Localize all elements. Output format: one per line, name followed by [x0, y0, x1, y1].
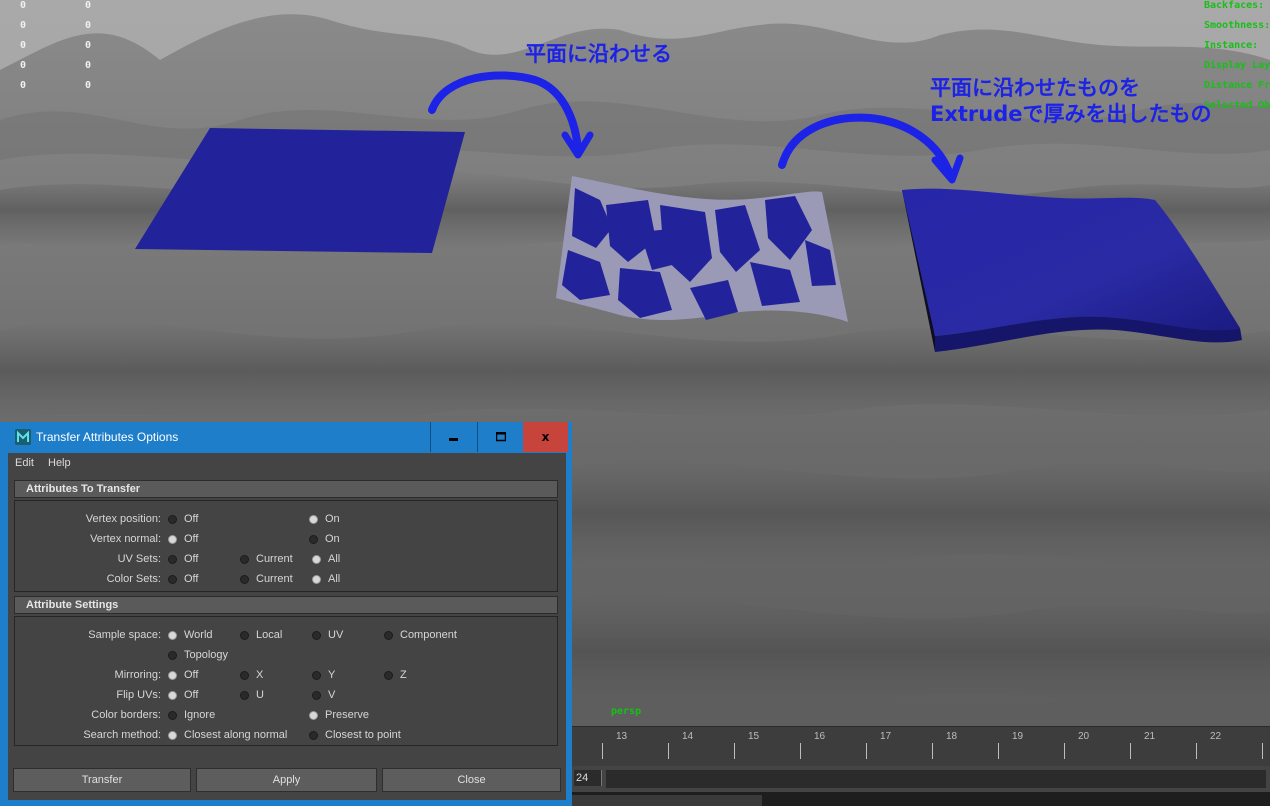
dialog-client-area: Edit Help Attributes To Transfer Vertex …	[8, 453, 566, 800]
color-sets-all-radio[interactable]: All	[312, 573, 340, 585]
annotation-label-extrude-line2: Extrudeで厚みを出したもの	[930, 102, 1212, 126]
hud-label-backfaces: Backfaces:	[1204, 0, 1265, 11]
vertex-normal-label: Vertex normal:	[90, 533, 161, 545]
timeline-tick: 15	[748, 731, 760, 742]
dialog-titlebar[interactable]: Transfer Attributes Options x	[0, 422, 572, 453]
sample-space-component-radio[interactable]: Component	[384, 629, 457, 641]
color-sets-off-radio[interactable]: Off	[168, 573, 198, 585]
maximize-button[interactable]	[477, 422, 524, 452]
hud-label-display-layer: Display Layer	[1204, 60, 1270, 71]
close-icon: x	[541, 430, 550, 444]
flip-uvs-label: Flip UVs:	[116, 689, 161, 701]
close-button[interactable]: Close	[382, 768, 561, 792]
section-title: Attribute Settings	[26, 599, 119, 611]
search-method-label: Search method:	[83, 729, 161, 741]
hud-counter: 0	[85, 0, 92, 11]
vertex-normal-on-radio[interactable]: On	[309, 533, 340, 545]
mirroring-off-radio[interactable]: Off	[168, 669, 198, 681]
camera-label: persp	[611, 706, 642, 717]
menu-help[interactable]: Help	[48, 457, 71, 469]
hud-counter: 0	[20, 20, 27, 31]
hud-counter: 0	[85, 40, 92, 51]
status-bar	[572, 792, 1270, 806]
sample-space-world-radio[interactable]: World	[168, 629, 213, 641]
mirroring-x-radio[interactable]: X	[240, 669, 263, 681]
minimize-button[interactable]	[430, 422, 477, 452]
color-borders-ignore-radio[interactable]: Ignore	[168, 709, 215, 721]
menu-bar: Edit Help	[8, 453, 566, 473]
search-method-closest-along-normal-radio[interactable]: Closest along normal	[168, 729, 287, 741]
uv-sets-label: UV Sets:	[117, 553, 161, 565]
timeline-tick: 17	[880, 731, 892, 742]
maximize-icon	[496, 432, 506, 442]
uv-sets-off-radio[interactable]: Off	[168, 553, 198, 565]
hud-label-distance: Distance Fr	[1204, 80, 1270, 91]
uv-sets-current-radio[interactable]: Current	[240, 553, 293, 565]
transfer-attributes-dialog: Transfer Attributes Options x Edit Help …	[0, 422, 572, 806]
flip-uvs-off-radio[interactable]: Off	[168, 689, 198, 701]
hud-counter: 0	[85, 20, 92, 31]
timeline-tick: 21	[1144, 731, 1156, 742]
color-borders-preserve-radio[interactable]: Preserve	[309, 709, 369, 721]
hud-label-instance: Instance:	[1204, 40, 1259, 51]
color-sets-current-radio[interactable]: Current	[240, 573, 293, 585]
timeline-tick: 19	[1012, 731, 1024, 742]
color-borders-label: Color borders:	[91, 709, 161, 721]
annotation-label-extrude-line1: 平面に沿わせたものを	[930, 76, 1140, 100]
section-title: Attributes To Transfer	[26, 483, 141, 495]
hud-counter: 0	[85, 80, 92, 91]
dialog-title: Transfer Attributes Options	[36, 430, 179, 444]
annotation-label-conform: 平面に沿わせる	[525, 42, 672, 66]
flip-uvs-v-radio[interactable]: V	[312, 689, 335, 701]
vertex-position-on-radio[interactable]: On	[309, 513, 340, 525]
timeline-tick: 13	[616, 731, 628, 742]
timeline-tick: 20	[1078, 731, 1090, 742]
menu-edit[interactable]: Edit	[15, 457, 34, 469]
mirroring-y-radio[interactable]: Y	[312, 669, 335, 681]
end-frame-field[interactable]: 24	[574, 770, 602, 786]
maya-app-icon	[15, 429, 31, 445]
hud-label-selected: Selected Ob	[1204, 100, 1270, 111]
timeline-tick: 22	[1210, 731, 1222, 742]
apply-button[interactable]: Apply	[196, 768, 377, 792]
sample-space-label: Sample space:	[88, 629, 161, 641]
hud-counter: 0	[20, 40, 27, 51]
vertex-normal-off-radio[interactable]: Off	[168, 533, 198, 545]
transfer-button[interactable]: Transfer	[13, 768, 191, 792]
hud-counter: 0	[20, 80, 27, 91]
hud-counter: 0	[85, 60, 92, 71]
section-header-attribute-settings[interactable]: Attribute Settings	[14, 596, 558, 614]
close-window-button[interactable]: x	[523, 422, 568, 452]
flip-uvs-u-radio[interactable]: U	[240, 689, 264, 701]
hud-counter: 0	[20, 60, 27, 71]
timeline-tick: 18	[946, 731, 958, 742]
vertex-position-off-radio[interactable]: Off	[168, 513, 198, 525]
hud-label-smoothness: Smoothness:	[1204, 20, 1270, 31]
mirroring-label: Mirroring:	[114, 669, 161, 681]
color-sets-label: Color Sets:	[106, 573, 161, 585]
minimize-icon	[449, 438, 458, 441]
timeline-tick: 16	[814, 731, 826, 742]
timeline-tick: 14	[682, 731, 694, 742]
range-slider[interactable]: 24	[572, 766, 1270, 792]
sample-space-local-radio[interactable]: Local	[240, 629, 282, 641]
time-slider[interactable]: 13 14 15 16 17 18 19 20 21 22	[572, 726, 1270, 767]
vertex-position-label: Vertex position:	[85, 513, 161, 525]
hud-counter: 0	[20, 0, 27, 11]
sample-space-topology-radio[interactable]: Topology	[168, 649, 228, 661]
search-method-closest-to-point-radio[interactable]: Closest to point	[309, 729, 401, 741]
attributes-to-transfer-frame: Vertex position: Off On Vertex normal: O…	[14, 500, 558, 592]
attribute-settings-frame: Sample space: World Local UV Component T…	[14, 616, 558, 746]
section-header-attributes-to-transfer[interactable]: Attributes To Transfer	[14, 480, 558, 498]
range-slider-track[interactable]	[606, 770, 1266, 788]
mirroring-z-radio[interactable]: Z	[384, 669, 407, 681]
sample-space-uv-radio[interactable]: UV	[312, 629, 343, 641]
uv-sets-all-radio[interactable]: All	[312, 553, 340, 565]
